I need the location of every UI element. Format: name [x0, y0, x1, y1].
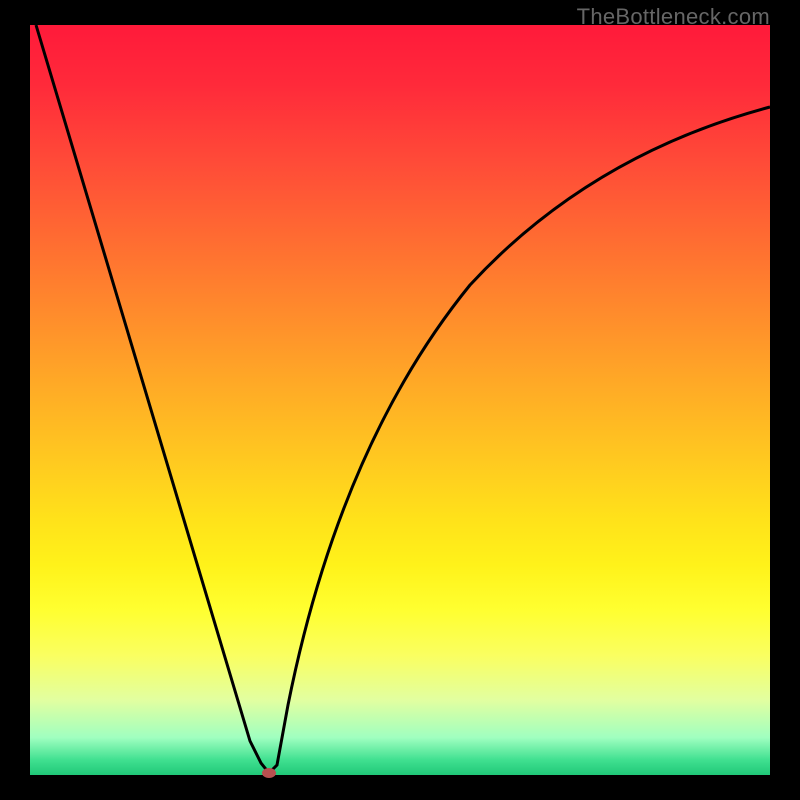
- watermark-text: TheBottleneck.com: [577, 4, 770, 30]
- bottleneck-curve: [30, 25, 770, 775]
- curve-right-branch: [269, 107, 770, 773]
- chart-frame: TheBottleneck.com: [0, 0, 800, 800]
- curve-left-branch: [36, 25, 269, 773]
- plot-area: [30, 25, 770, 775]
- minimum-marker: [262, 768, 276, 778]
